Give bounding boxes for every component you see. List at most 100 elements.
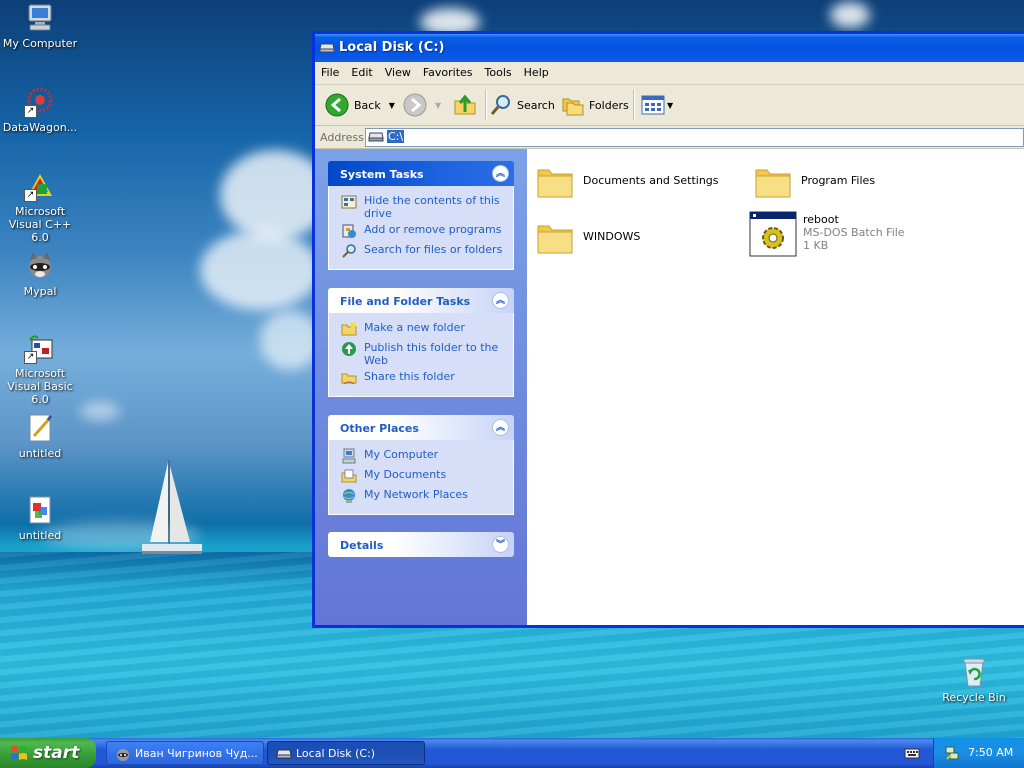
panel-header[interactable]: Other Places ︽ — [328, 415, 514, 440]
desktop-icon-my-computer[interactable]: My Computer — [0, 2, 80, 50]
task-hide-drive-contents[interactable]: Hide the contents of this drive — [341, 194, 509, 220]
folder-up-icon — [454, 94, 476, 115]
dropdown-arrow-icon[interactable]: ▼ — [667, 101, 673, 110]
menu-tools[interactable]: Tools — [479, 62, 518, 79]
panel-title: System Tasks — [340, 168, 424, 181]
desktop-icon-label: Microsoft Visual Basic 6.0 — [7, 367, 73, 406]
place-my-computer[interactable]: My Computer — [341, 448, 509, 465]
share-folder-icon — [341, 373, 357, 385]
task-label: Make a new folder — [364, 321, 465, 334]
start-button[interactable]: start — [0, 738, 96, 768]
collapse-chevron-icon[interactable]: ︽ — [492, 292, 509, 309]
new-folder-icon — [341, 322, 357, 336]
menu-edit[interactable]: Edit — [345, 62, 378, 79]
start-label: start — [33, 743, 80, 763]
panel-title: Other Places — [340, 422, 419, 435]
back-button[interactable]: Back ▼ — [325, 91, 395, 119]
task-label: Add or remove programs — [364, 223, 502, 236]
desktop-icon-mypal[interactable]: Mypal — [0, 250, 80, 298]
folders-icon — [562, 98, 584, 116]
folders-label: Folders — [589, 98, 629, 112]
clock[interactable]: 7:50 AM — [968, 746, 1013, 759]
search-icon — [490, 95, 510, 115]
desktop-icon-visual-basic[interactable]: ↗ Microsoft Visual Basic 6.0 — [0, 332, 80, 406]
task-search-files[interactable]: Search for files or folders — [341, 243, 509, 260]
windows-logo-icon — [11, 746, 27, 760]
place-my-documents[interactable]: My Documents — [341, 468, 509, 485]
file-type: MS-DOS Batch File — [803, 226, 905, 239]
desktop-icon-label: Recycle Bin — [942, 691, 1006, 704]
recycle-bin-icon — [963, 658, 985, 687]
taskbar-button-browser[interactable]: Иван Чигринов Чуд... — [106, 741, 264, 765]
collapse-chevron-icon[interactable]: ︽ — [492, 165, 509, 182]
panel-title: File and Folder Tasks — [340, 295, 471, 308]
folder-item[interactable]: Documents and Settings — [535, 161, 719, 201]
desktop-icon-visual-cpp[interactable]: ↗ Microsoft Visual C++ 6.0 — [0, 170, 80, 244]
folder-item[interactable]: Program Files — [753, 161, 875, 201]
file-name: Program Files — [801, 174, 876, 187]
views-button[interactable]: ▼ — [641, 91, 673, 119]
dropdown-arrow-icon[interactable]: ▼ — [435, 101, 441, 110]
task-label: Publish this folder to the Web — [364, 341, 499, 367]
folders-button[interactable]: Folders — [561, 91, 629, 119]
explorer-window[interactable]: Local Disk (C:) File Edit View Favorites Too… — [312, 31, 1024, 628]
forward-arrow-icon — [403, 93, 427, 117]
task-make-new-folder[interactable]: Make a new folder — [341, 321, 509, 338]
file-item-batch[interactable]: reboot MS-DOS Batch File 1 KB — [749, 211, 905, 257]
task-publish-folder[interactable]: Publish this folder to the Web — [341, 341, 509, 367]
dropdown-arrow-icon[interactable]: ▼ — [389, 101, 395, 110]
search-icon — [342, 244, 356, 258]
title-bar[interactable]: Local Disk (C:) — [315, 34, 1024, 62]
file-name: Documents and Settings — [583, 174, 719, 187]
desktop-icon-untitled-2[interactable]: untitled — [0, 494, 80, 542]
desktop-icon-untitled-1[interactable]: untitled — [0, 412, 80, 460]
address-input[interactable]: C:\ — [365, 128, 1024, 147]
folder-icon — [755, 169, 791, 198]
add-remove-programs-icon — [342, 224, 356, 238]
raccoon-icon — [29, 252, 51, 278]
search-button[interactable]: Search — [489, 91, 555, 119]
toolbar-separator — [633, 90, 635, 120]
menu-favorites[interactable]: Favorites — [417, 62, 479, 79]
network-tray-icon[interactable] — [944, 745, 960, 761]
task-pane: System Tasks ︽ Hide the contents of this… — [315, 149, 527, 625]
task-share-folder[interactable]: Share this folder — [341, 370, 509, 387]
image-file-icon — [29, 496, 51, 524]
expand-chevron-icon[interactable]: ︾ — [492, 536, 509, 553]
desktop-icon-datawagon[interactable]: ↗ DataWagon... — [0, 86, 80, 134]
taskbar-button-label: Local Disk (C:) — [296, 747, 376, 760]
place-my-network-places[interactable]: My Network Places — [341, 488, 509, 505]
file-size: 1 KB — [803, 239, 829, 252]
panel-header[interactable]: System Tasks ︽ — [328, 161, 514, 186]
folder-icon — [537, 225, 573, 254]
batch-file-gear-icon — [749, 211, 797, 257]
file-name: WINDOWS — [583, 230, 641, 243]
desktop-icon-label: My Computer — [2, 37, 78, 50]
folder-icon — [537, 169, 573, 198]
desktop-icon-recycle-bin[interactable]: Recycle Bin — [934, 656, 1014, 704]
keyboard-icon[interactable] — [904, 746, 920, 760]
shortcut-arrow-icon: ↗ — [24, 189, 37, 202]
taskbar-button-local-disk[interactable]: Local Disk (C:) — [267, 741, 425, 765]
collapse-chevron-icon[interactable]: ︽ — [492, 419, 509, 436]
task-add-remove-programs[interactable]: Add or remove programs — [341, 223, 509, 240]
window-title: Local Disk (C:) — [339, 40, 445, 55]
folder-item[interactable]: WINDOWS — [535, 217, 640, 257]
up-folder-button[interactable] — [453, 91, 477, 119]
panel-header[interactable]: File and Folder Tasks ︽ — [328, 288, 514, 313]
task-label: Share this folder — [364, 370, 455, 383]
menu-bar: File Edit View Favorites Tools Help — [315, 62, 1024, 85]
file-list[interactable]: Documents and Settings Program Files WIN… — [527, 149, 1024, 625]
shortcut-arrow-icon: ↗ — [24, 105, 37, 118]
address-bar: Address C:\ — [315, 126, 1024, 149]
panel-header[interactable]: Details ︾ — [328, 532, 514, 557]
forward-button[interactable]: ▼ — [403, 91, 441, 119]
menu-view[interactable]: View — [379, 62, 417, 79]
sailboat-image — [142, 460, 202, 554]
menu-file[interactable]: File — [315, 62, 345, 79]
menu-help[interactable]: Help — [518, 62, 555, 79]
place-label: My Documents — [364, 468, 447, 481]
task-label: Search for files or folders — [364, 243, 503, 256]
back-label: Back — [354, 98, 381, 112]
task-label: Hide the contents of this drive — [364, 194, 500, 220]
